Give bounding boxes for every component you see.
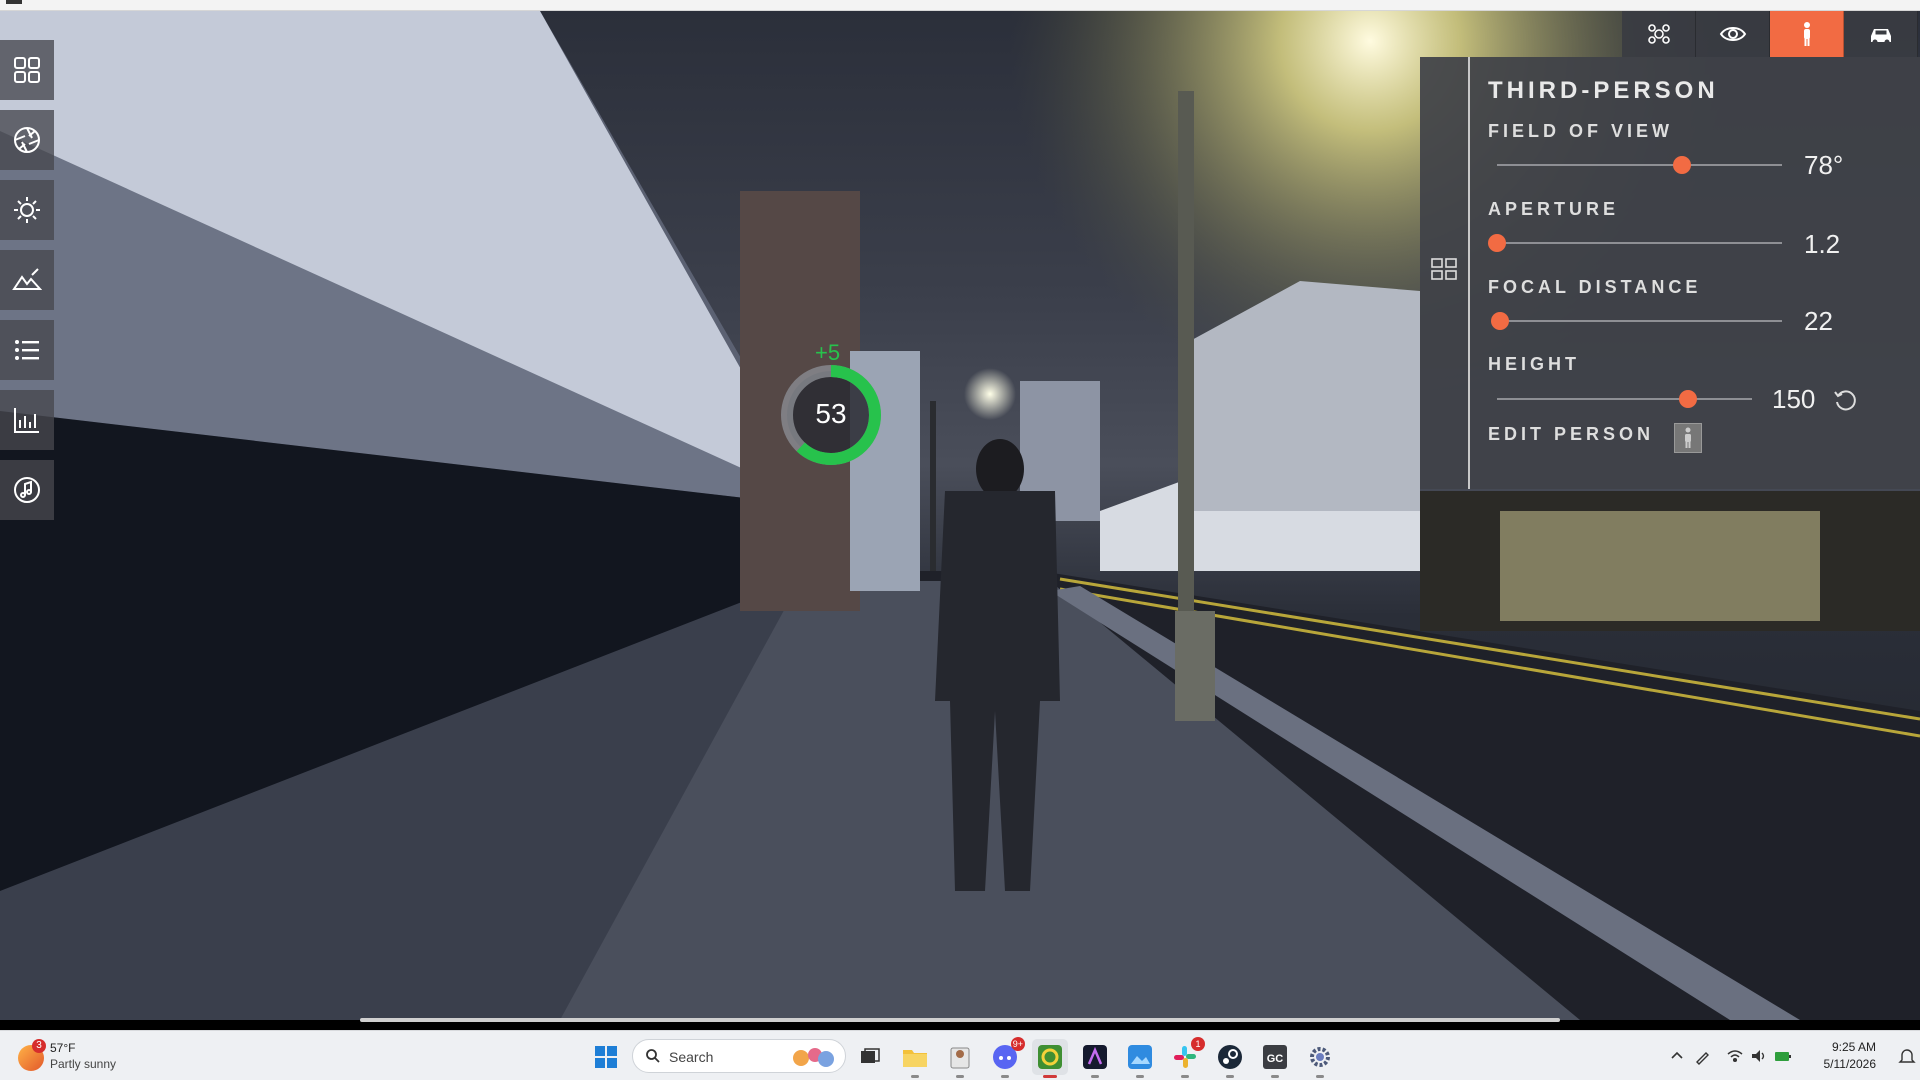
focal-distance-value: 22 [1804,306,1833,336]
system-tray: 9:25 AM 5/11/2026 [1660,1031,1920,1080]
fov-slider-knob[interactable] [1673,156,1692,174]
search-placeholder: Search [669,1049,714,1065]
steam-icon[interactable] [1212,1039,1248,1078]
battery-icon[interactable] [1774,1047,1792,1065]
aperture-slider-knob[interactable] [1488,234,1506,252]
weather-temp: 57°F [50,1041,76,1055]
list-icon[interactable] [0,320,54,380]
fov-label: FIELD OF VIEW [1488,121,1673,141]
focal-distance-slider-knob[interactable] [1490,312,1509,330]
weather-condition: Partly sunny [50,1057,117,1071]
gc-app-icon[interactable]: GC [1257,1039,1293,1078]
app-top-strip [0,0,1920,11]
clock-date: 5/11/2026 [1823,1057,1877,1071]
sun-icon[interactable] [0,180,54,240]
slack-icon[interactable]: 1 [1167,1037,1205,1078]
gauge-value: 53 [815,398,847,429]
music-icon[interactable] [0,460,54,520]
layout-icon[interactable] [1430,257,1458,281]
fov-value: 78° [1804,150,1844,180]
focal-distance-slider[interactable] [1490,312,1782,330]
person-icon [1685,427,1691,448]
clock-time: 9:25 AM [1831,1040,1876,1054]
panel-side-strip [1420,57,1470,489]
height-label: HEIGHT [1488,354,1581,374]
eye-icon[interactable] [1696,11,1770,57]
chart-icon[interactable] [0,390,54,450]
reset-icon[interactable] [1832,387,1858,413]
third-person-panel: THIRD-PERSON FIELD OF VIEW 78° APERTURE … [1420,57,1920,489]
search-icon [646,1049,660,1063]
camera-mode-tabs [1622,11,1918,57]
fov-slider[interactable] [1497,156,1782,174]
notification-bell-icon[interactable] [1898,1047,1916,1065]
aperture-value: 1.2 [1804,229,1841,259]
network-icon[interactable] [1622,11,1696,57]
weather-badge: 3 [32,1039,46,1053]
gauge-delta: +5 [815,340,841,365]
taskbar-search[interactable]: Search [632,1039,846,1073]
window-menu-stub [6,0,22,4]
discord-icon[interactable]: 9+ [987,1037,1025,1078]
terrain-icon[interactable] [0,250,54,310]
task-view-icon[interactable] [852,1039,888,1075]
discord-badge: 9+ [1010,1037,1025,1051]
chevron-up-icon[interactable] [1668,1047,1686,1065]
file-explorer-icon[interactable] [897,1039,933,1078]
height-slider-knob[interactable] [1679,390,1698,408]
pen-menu-icon[interactable] [1694,1047,1712,1065]
aperture-label: APERTURE [1488,199,1620,219]
horizontal-scroll-indicator[interactable] [360,1018,1560,1022]
slack-badge: 1 [1191,1037,1205,1051]
panel-title: THIRD-PERSON [1488,77,1719,104]
focal-distance-label: FOCAL DISTANCE [1488,277,1702,297]
gc-label: GC [1267,1053,1284,1065]
settings-gear-icon[interactable] [1302,1039,1338,1078]
person-icon[interactable] [1770,11,1844,57]
aperture-slider[interactable] [1488,234,1782,252]
aperture-icon[interactable] [0,110,54,170]
edit-person-button[interactable] [1674,423,1702,453]
active-game-app-icon[interactable] [1032,1039,1068,1078]
contact-app-icon[interactable] [942,1039,978,1078]
car-icon[interactable] [1844,11,1918,57]
system-clock[interactable]: 9:25 AM 5/11/2026 [1824,1039,1877,1073]
windows-taskbar: 3 57°F Partly sunny Search 9+ 1 GC 9:25 … [0,1030,1920,1080]
wifi-icon[interactable] [1726,1047,1744,1065]
height-value: 150 [1772,384,1816,414]
affinity-app-icon[interactable] [1077,1039,1113,1078]
photos-app-icon[interactable] [1122,1039,1158,1078]
left-tool-rail [0,40,54,530]
height-slider[interactable] [1497,390,1752,408]
windows-start-icon[interactable] [594,1045,618,1069]
search-highlight-art-icon [793,1048,834,1067]
volume-icon[interactable] [1750,1047,1768,1065]
edit-person-label: EDIT PERSON [1488,424,1655,444]
grid-icon[interactable] [0,40,54,100]
